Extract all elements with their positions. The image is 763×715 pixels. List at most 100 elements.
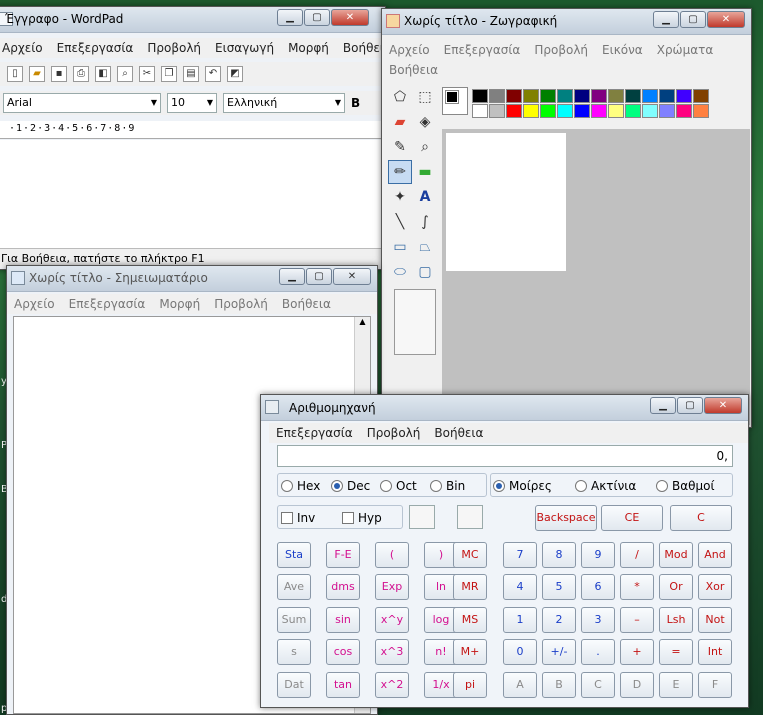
sci-key[interactable]: Sta [277, 542, 311, 568]
foreground-color[interactable] [445, 90, 459, 104]
menu-image[interactable]: Εικόνα [595, 40, 650, 60]
number-key[interactable]: 3 [581, 607, 615, 633]
number-key[interactable]: 6 [581, 574, 615, 600]
tool-options-box[interactable] [394, 289, 436, 355]
palette-swatch[interactable] [693, 104, 709, 118]
menu-edit[interactable]: Επεξεργασία [269, 423, 360, 443]
menu-view[interactable]: Προβολή [140, 38, 208, 58]
palette-swatch[interactable] [574, 104, 590, 118]
menu-help[interactable]: Βοήθεια [275, 294, 338, 314]
number-key[interactable]: 1 [503, 607, 537, 633]
number-key[interactable]: Mod [659, 542, 693, 568]
calc-titlebar[interactable]: Αριθμομηχανή ▁ ▢ ✕ [261, 395, 748, 421]
memory-key[interactable]: MS [453, 607, 487, 633]
sci-key[interactable]: x^2 [375, 672, 409, 698]
sci-key[interactable]: x^3 [375, 639, 409, 665]
line-icon[interactable]: ╲ [388, 210, 412, 234]
number-key[interactable]: D [620, 672, 654, 698]
menu-view[interactable]: Προβολή [207, 294, 275, 314]
palette-swatch[interactable] [676, 89, 692, 103]
menu-format[interactable]: Μορφή [152, 294, 207, 314]
number-key[interactable]: Or [659, 574, 693, 600]
save-icon[interactable]: ▪ [51, 66, 67, 82]
wordpad-document[interactable] [0, 140, 385, 248]
number-key[interactable]: Lsh [659, 607, 693, 633]
palette-swatch[interactable] [523, 89, 539, 103]
minimize-button[interactable]: ▁ [277, 9, 303, 26]
menu-colors[interactable]: Χρώματα [650, 40, 721, 60]
base-hex[interactable]: Hex [281, 479, 320, 493]
new-icon[interactable]: ▯ [7, 66, 23, 82]
palette-swatch[interactable] [523, 104, 539, 118]
menu-help[interactable]: Βοήθεια [336, 38, 385, 58]
menu-file[interactable]: Αρχείο [382, 40, 437, 60]
wordpad-titlebar[interactable]: Έγγραφο - WordPad ▁ ▢ ✕ [0, 7, 385, 33]
cut-icon[interactable]: ✂ [139, 66, 155, 82]
sci-key[interactable]: dms [326, 574, 360, 600]
color-picker-icon[interactable]: ✎ [388, 135, 412, 159]
number-key[interactable]: = [659, 639, 693, 665]
close-button[interactable]: ✕ [704, 397, 742, 414]
bold-button[interactable]: B [351, 96, 360, 110]
palette-swatch[interactable] [659, 89, 675, 103]
close-button[interactable]: ✕ [333, 268, 371, 285]
number-key[interactable]: 5 [542, 574, 576, 600]
backspace-button[interactable]: Backspace [535, 505, 597, 531]
sci-key[interactable]: Dat [277, 672, 311, 698]
palette-swatch[interactable] [557, 89, 573, 103]
size-select[interactable]: 10 [167, 93, 217, 113]
menu-help[interactable]: Βοήθεια [382, 60, 445, 80]
sci-key[interactable]: Sum [277, 607, 311, 633]
notepad-titlebar[interactable]: Χωρίς τίτλο - Σημειωματάριο ▁ ▢ ✕ [7, 266, 377, 292]
memory-key[interactable]: MR [453, 574, 487, 600]
c-button[interactable]: C [670, 505, 732, 531]
number-key[interactable]: 9 [581, 542, 615, 568]
menu-view[interactable]: Προβολή [527, 40, 595, 60]
base-bin[interactable]: Bin [430, 479, 465, 493]
brush-icon[interactable]: ▬ [413, 160, 437, 184]
font-select[interactable]: Arial [3, 93, 161, 113]
undo-icon[interactable]: ↶ [205, 66, 221, 82]
number-key[interactable]: Xor [698, 574, 732, 600]
palette-swatch[interactable] [676, 104, 692, 118]
maximize-button[interactable]: ▢ [680, 11, 706, 28]
palette-swatch[interactable] [489, 89, 505, 103]
fill-icon[interactable]: ◈ [413, 110, 437, 134]
palette-swatch[interactable] [540, 89, 556, 103]
rect-select-icon[interactable]: ⬚ [413, 85, 437, 109]
number-key[interactable]: / [620, 542, 654, 568]
number-key[interactable]: And [698, 542, 732, 568]
sci-key[interactable]: ( [375, 542, 409, 568]
sci-key[interactable]: Ave [277, 574, 311, 600]
polygon-icon[interactable]: ⏢ [413, 235, 437, 259]
drawing-canvas[interactable] [446, 133, 566, 271]
number-key[interactable]: A [503, 672, 537, 698]
maximize-button[interactable]: ▢ [677, 397, 703, 414]
menu-edit[interactable]: Επεξεργασία [50, 38, 141, 58]
number-key[interactable]: F [698, 672, 732, 698]
number-key[interactable]: 4 [503, 574, 537, 600]
number-key[interactable]: 7 [503, 542, 537, 568]
number-key[interactable]: + [620, 639, 654, 665]
number-key[interactable]: E [659, 672, 693, 698]
hyp-checkbox[interactable]: Hyp [342, 511, 382, 525]
sci-key[interactable]: cos [326, 639, 360, 665]
paint-titlebar[interactable]: Χωρίς τίτλο - Ζωγραφική ▁ ▢ ✕ [382, 9, 751, 35]
number-key[interactable]: 2 [542, 607, 576, 633]
magnifier-icon[interactable]: ⌕ [413, 135, 437, 159]
curve-icon[interactable]: ∫ [413, 210, 437, 234]
number-key[interactable]: C [581, 672, 615, 698]
angle-degrees[interactable]: Μοίρες [493, 479, 552, 493]
ce-button[interactable]: CE [601, 505, 663, 531]
print-icon[interactable]: ⎙ [73, 66, 89, 82]
maximize-button[interactable]: ▢ [306, 268, 332, 285]
memory-key[interactable]: pi [453, 672, 487, 698]
palette-swatch[interactable] [557, 104, 573, 118]
number-key[interactable]: +/- [542, 639, 576, 665]
rectangle-icon[interactable]: ▭ [388, 235, 412, 259]
palette-swatch[interactable] [608, 89, 624, 103]
number-key[interactable]: * [620, 574, 654, 600]
number-key[interactable]: 0 [503, 639, 537, 665]
palette-swatch[interactable] [642, 104, 658, 118]
base-dec[interactable]: Dec [331, 479, 370, 493]
